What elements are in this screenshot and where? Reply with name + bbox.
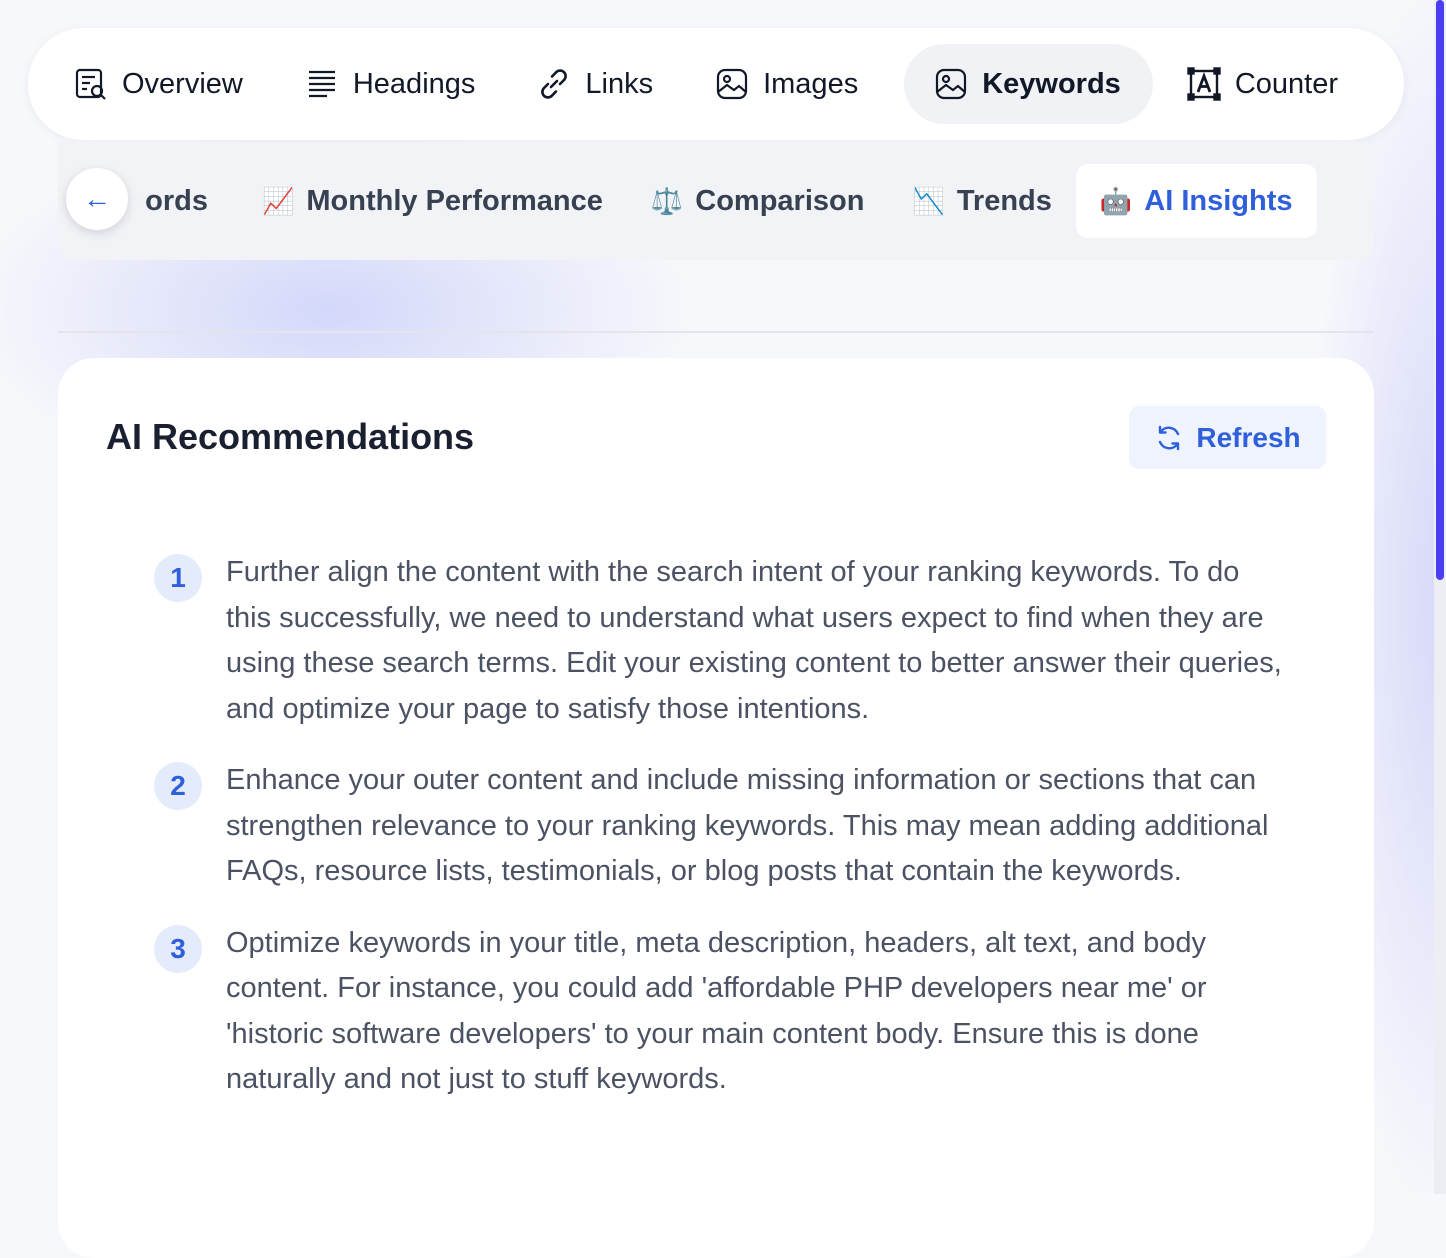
scrollbar-thumb[interactable] [1436, 0, 1444, 580]
nav-item-images[interactable]: Images [699, 44, 874, 124]
nav-item-counter[interactable]: Counter [1171, 44, 1354, 124]
recommendation-text: Enhance your outer content and include m… [226, 764, 1269, 887]
arrow-left-icon: ← [83, 183, 111, 214]
subtab-label: Monthly Performance [306, 184, 603, 217]
subtab-comparison[interactable]: ⚖️ Comparison [627, 164, 889, 238]
number-badge: 3 [154, 924, 202, 973]
refresh-label: Refresh [1196, 421, 1301, 453]
balance-scale-icon: ⚖️ [650, 185, 684, 216]
nav-label: Images [763, 67, 859, 100]
top-navigation: Overview Headings Links Images Keywords [28, 28, 1404, 140]
nav-label: Keywords [982, 67, 1121, 100]
number-badge: 2 [154, 762, 202, 810]
subtab-monthly-performance[interactable]: 📈 Monthly Performance [238, 164, 627, 238]
nav-item-overview[interactable]: Overview [58, 44, 259, 124]
nav-label: Links [585, 67, 654, 100]
chart-up-icon: 📈 [262, 185, 295, 216]
refresh-icon [1159, 425, 1180, 450]
list-item: 3 Optimize keywords in your title, meta … [154, 924, 1294, 1103]
nav-label: Overview [122, 67, 243, 100]
number-badge: 1 [154, 554, 202, 602]
divider [58, 331, 1374, 333]
nav-item-keywords[interactable]: Keywords [904, 44, 1153, 124]
overview-icon [75, 68, 106, 100]
scroll-left-button[interactable]: ← [66, 168, 128, 230]
ai-recommendations-card: AI Recommendations Refresh 1 Further ali… [58, 358, 1374, 1258]
chart-down-icon: 📉 [912, 185, 945, 216]
link-icon [541, 69, 568, 99]
subtab-ai-insights[interactable]: 🤖 AI Insights [1075, 164, 1317, 238]
card-title: AI Recommendations [106, 416, 475, 457]
text-counter-icon [1187, 67, 1221, 101]
nav-label: Headings [352, 67, 476, 100]
subtab-label: ords [145, 184, 208, 217]
list-item: 2 Enhance your outer content and include… [154, 762, 1294, 895]
nav-label: Counter [1234, 67, 1338, 100]
image-icon [716, 68, 748, 100]
recommendation-text: Optimize keywords in your title, meta de… [226, 926, 1207, 1096]
nav-item-headings[interactable]: Headings [289, 44, 492, 124]
subtab-label: Comparison [695, 184, 865, 217]
recommendation-text: Further align the content with the searc… [226, 556, 1282, 725]
subtab-track: ords 📈 Monthly Performance ⚖️ Comparison… [58, 164, 1317, 238]
image-icon [936, 68, 967, 100]
recommendation-list: 1 Further align the content with the sea… [154, 554, 1294, 1133]
subtab-bar: ords 📈 Monthly Performance ⚖️ Comparison… [58, 142, 1374, 260]
subtab-trends[interactable]: 📉 Trends [888, 164, 1075, 238]
refresh-button[interactable]: Refresh [1129, 406, 1326, 469]
page-scrollbar[interactable] [1434, 0, 1446, 1194]
headings-icon [308, 70, 335, 98]
list-item: 1 Further align the content with the sea… [154, 554, 1294, 732]
robot-icon: 🤖 [1099, 185, 1133, 216]
subtab-label: AI Insights [1144, 184, 1293, 217]
nav-item-links[interactable]: Links [521, 44, 669, 124]
subtab-label: Trends [956, 184, 1052, 217]
